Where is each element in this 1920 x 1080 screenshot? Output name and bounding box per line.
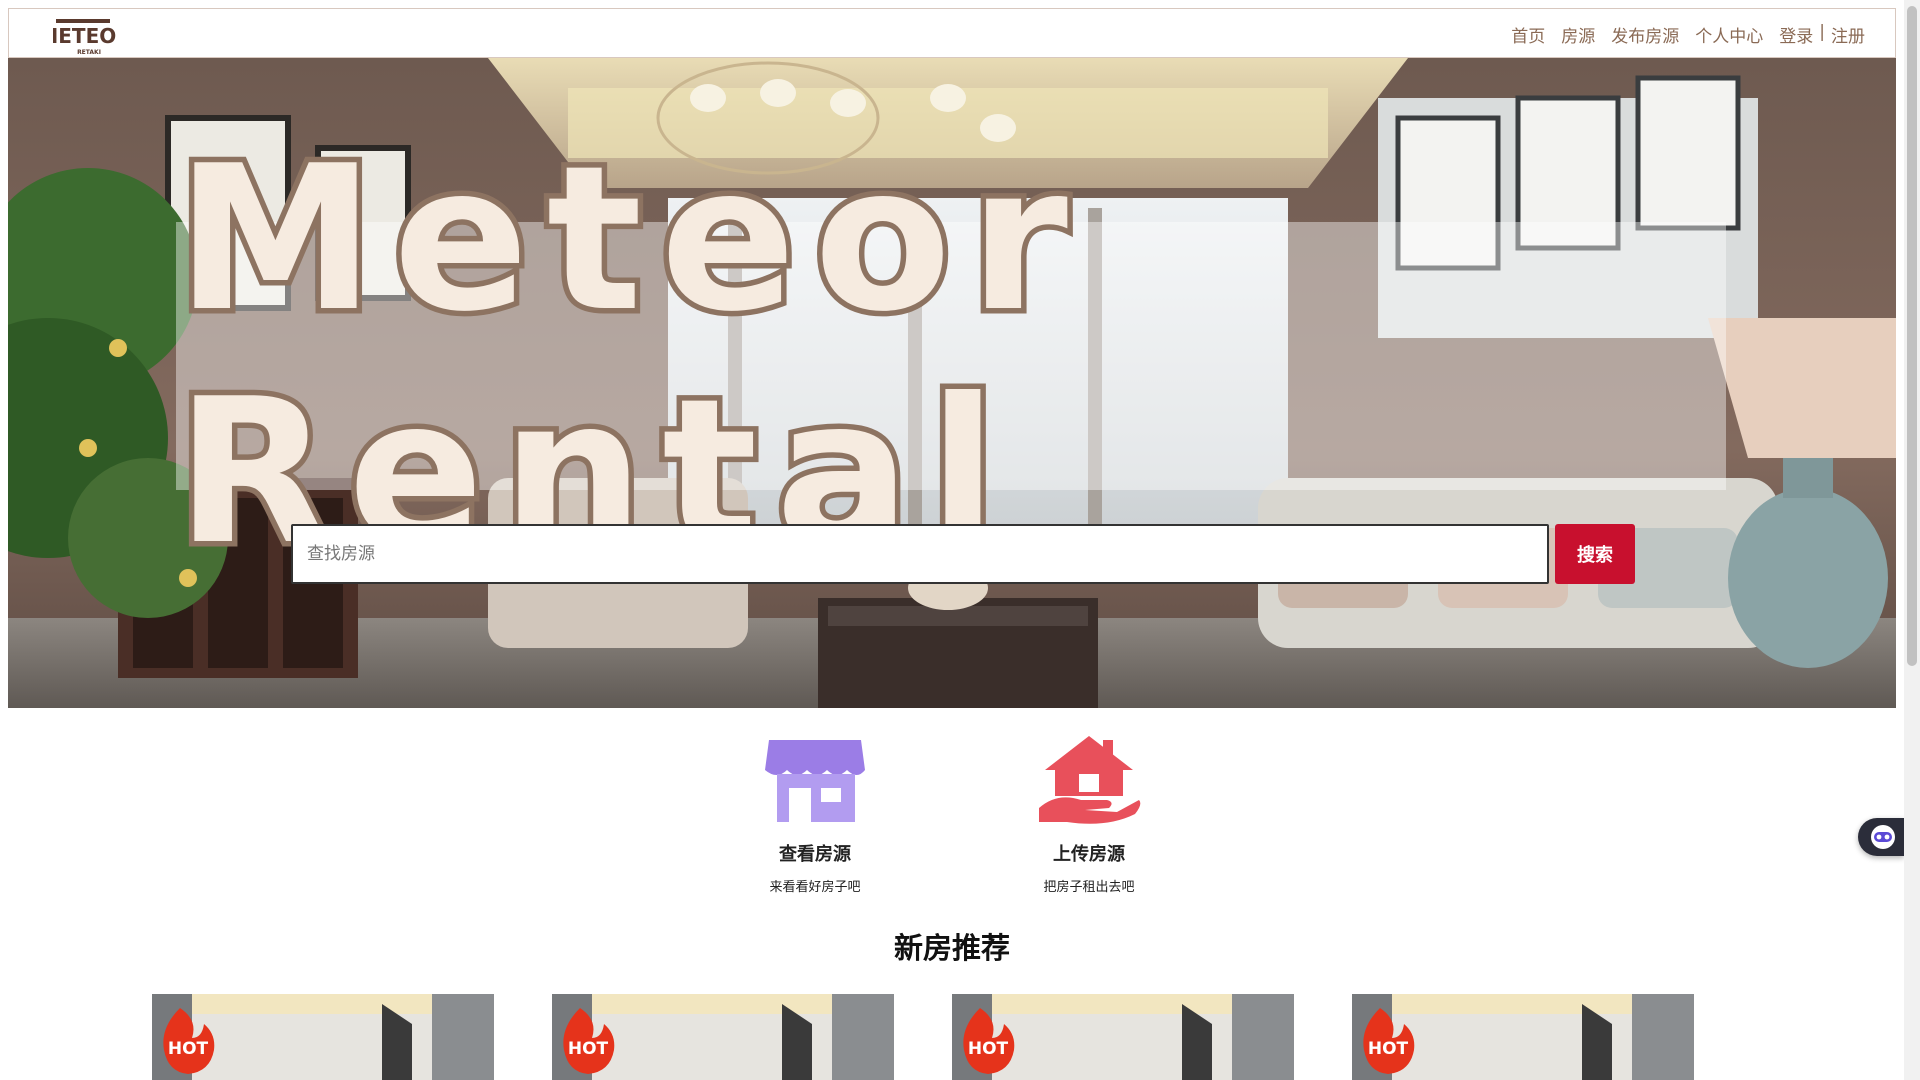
listing-card[interactable]: HOT	[952, 994, 1294, 1080]
house-hand-icon	[1039, 736, 1141, 824]
storefront-icon	[765, 740, 865, 822]
upload-listing-feature[interactable]: 上传房源 把房子租出去吧	[989, 730, 1189, 895]
nav-profile-link[interactable]: 个人中心	[1695, 22, 1763, 47]
assistant-widget-button[interactable]	[1858, 818, 1904, 856]
auth-separator: |	[1819, 21, 1825, 42]
nav-publish-link[interactable]: 发布房源	[1611, 22, 1679, 47]
top-navbar: METEOR RETAKI 首页 房源 发布房源 个人中心 登录 | 注册	[8, 8, 1896, 58]
nav-register-link[interactable]: 注册	[1831, 22, 1865, 47]
search-input[interactable]	[291, 524, 1549, 584]
hero-banner: Meteor Rental 搜索	[8, 58, 1896, 708]
auth-links: 登录 | 注册	[1779, 22, 1865, 47]
search-bar: 搜索	[291, 524, 1635, 584]
listing-photo: HOT	[152, 994, 494, 1080]
view-listings-feature[interactable]: 查看房源 来看看好房子吧	[715, 730, 915, 895]
listing-photo: HOT	[552, 994, 894, 1080]
hot-badge: HOT	[968, 1039, 1009, 1059]
listing-card[interactable]: HOT	[1352, 994, 1694, 1080]
hot-badge: HOT	[1368, 1039, 1409, 1059]
hero-title: Meteor Rental	[171, 118, 1086, 595]
search-button[interactable]: 搜索	[1555, 524, 1635, 584]
feature-subtitle: 来看看好房子吧	[769, 880, 861, 895]
svg-text:RETAKI: RETAKI	[77, 49, 101, 56]
nav-listings-link[interactable]: 房源	[1561, 22, 1595, 47]
new-listings-heading: 新房推荐	[893, 931, 1010, 965]
meteor-logo[interactable]: METEOR RETAKI	[53, 11, 117, 57]
listing-photo: HOT	[1352, 994, 1694, 1080]
robot-face-icon	[1871, 825, 1895, 849]
feature-subtitle: 把房子租出去吧	[1043, 880, 1135, 895]
hot-badge: HOT	[168, 1039, 209, 1059]
feature-title: 上传房源	[1053, 844, 1125, 865]
listing-card[interactable]: HOT	[152, 994, 494, 1080]
listing-photo: HOT	[952, 994, 1294, 1080]
svg-text:METEOR: METEOR	[53, 24, 117, 48]
nav-login-link[interactable]: 登录	[1779, 22, 1813, 47]
feature-title: 查看房源	[779, 844, 851, 865]
page: METEOR RETAKI 首页 房源 发布房源 个人中心 登录 | 注册	[0, 0, 1920, 1080]
page-scrollbar[interactable]	[1904, 0, 1920, 1080]
nav-links: 首页 房源 发布房源 个人中心 登录 | 注册	[1511, 9, 1865, 59]
scrollbar-thumb[interactable]	[1907, 6, 1917, 666]
nav-home-link[interactable]: 首页	[1511, 22, 1545, 47]
hero-title-box: Meteor Rental	[171, 118, 1726, 595]
hot-badge: HOT	[568, 1039, 609, 1059]
listing-card[interactable]: HOT	[552, 994, 894, 1080]
